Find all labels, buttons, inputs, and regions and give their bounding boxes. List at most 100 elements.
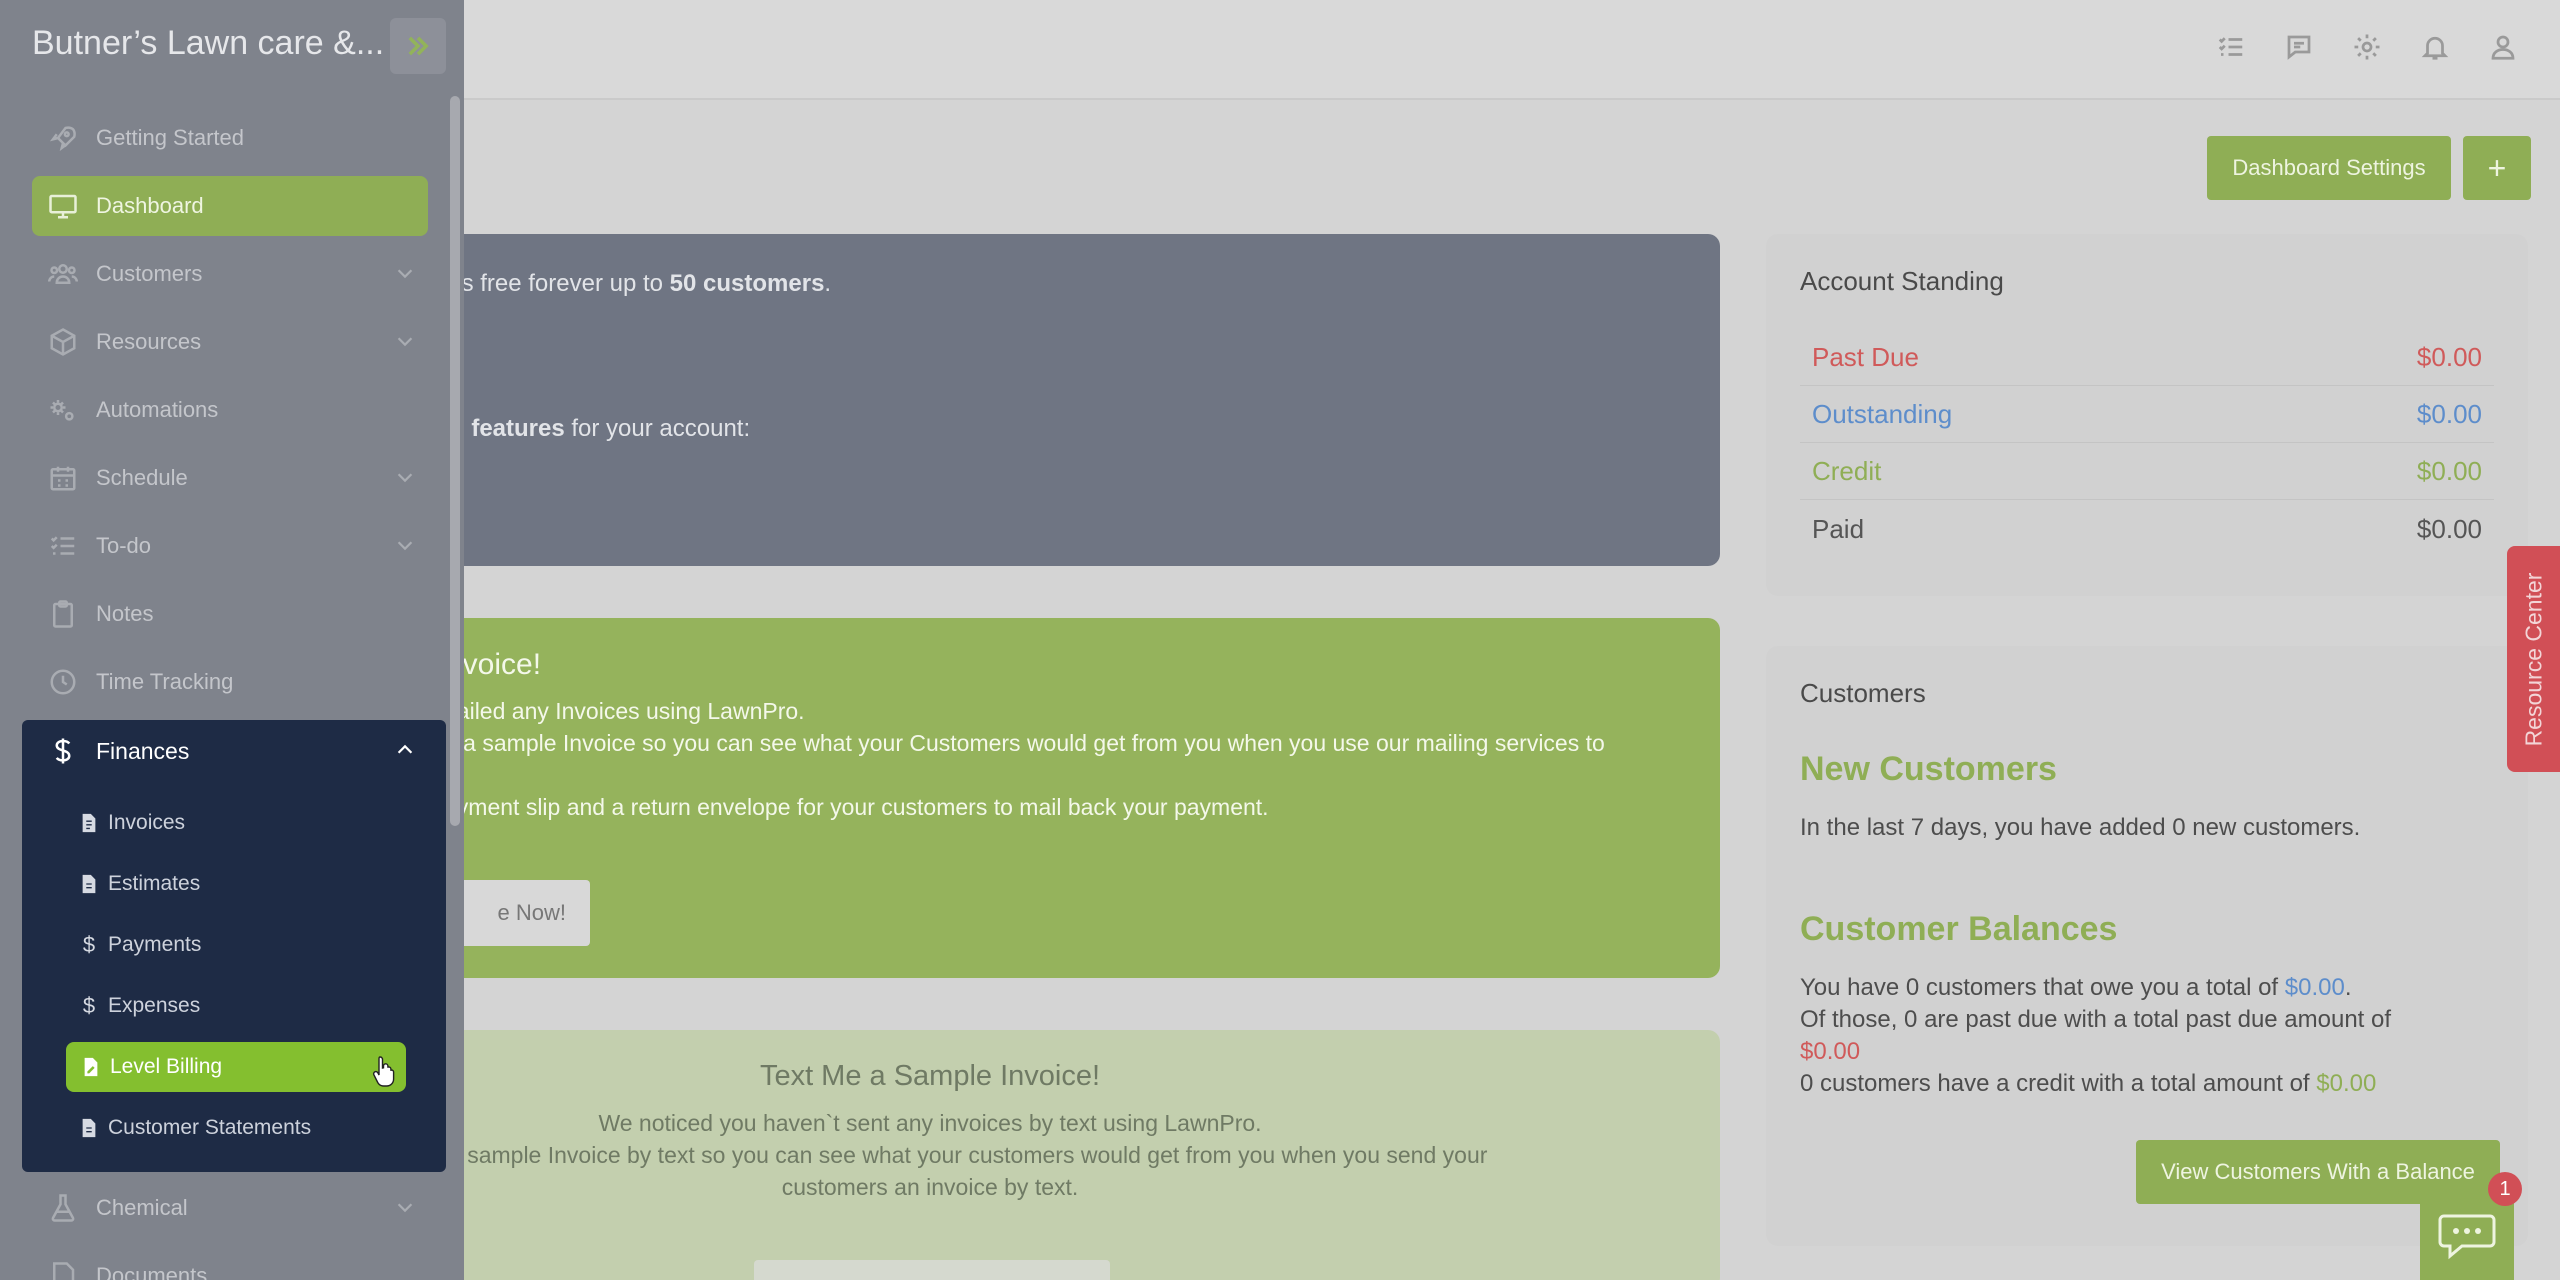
new-customers-text: In the last 7 days, you have added 0 new… <box>1800 814 2361 841</box>
sidebar-item-documents[interactable]: Documents <box>0 1246 444 1280</box>
customer-balances-heading: Customer Balances <box>1800 910 2118 948</box>
sidebar-subitem-payments[interactable]: $ Payments <box>78 922 202 968</box>
clipboard-icon <box>46 597 80 631</box>
welcome-line-1: t’s free forever up to 50 customers. <box>450 270 831 298</box>
standing-row-outstanding: Outstanding $0.00 <box>1800 387 2494 443</box>
welcome-bold: n features <box>450 415 565 442</box>
sidebar-subitem-expenses[interactable]: $ Expenses <box>78 983 200 1029</box>
new-customers-heading: New Customers <box>1800 750 2057 788</box>
tasks-icon[interactable] <box>2214 30 2248 64</box>
users-icon <box>46 257 80 291</box>
sidebar-item-notes[interactable]: Notes <box>0 584 444 644</box>
standing-row-paid: Paid $0.00 <box>1800 501 2494 557</box>
sidebar-item-label: Customers <box>96 261 203 286</box>
sidebar-subitem-label: Invoices <box>108 811 186 834</box>
sidebar-subitem-level-billing[interactable]: Level Billing <box>80 1044 222 1090</box>
welcome-text: t’s free forever up to <box>450 270 670 297</box>
chevron-down-icon <box>394 534 418 558</box>
bell-icon[interactable] <box>2418 30 2452 64</box>
sidebar-item-label: Finances <box>96 737 190 764</box>
dollar-icon: $ <box>82 932 96 957</box>
credit-amount: $0.00 <box>2316 1070 2377 1097</box>
welcome-text: . <box>824 270 832 297</box>
gear-icon[interactable] <box>2350 30 2384 64</box>
sidebar-item-label: Notes <box>96 601 154 626</box>
welcome-bold: 50 customers <box>669 270 825 297</box>
balance-text: 0 customers have a credit with a total a… <box>1800 1070 2317 1097</box>
sidebar-item-automations[interactable]: Automations <box>0 380 444 440</box>
customers-card: Customers New Customers In the last 7 da… <box>1766 646 2528 1246</box>
balance-text: You have 0 customers that owe you a tota… <box>1800 974 2285 1001</box>
sidebar-item-to-do[interactable]: To-do <box>0 516 444 576</box>
row-value: $0.00 <box>2416 342 2482 372</box>
sidebar-item-customers[interactable]: Customers <box>0 244 444 304</box>
sidebar-subitem-label: Estimates <box>108 872 201 895</box>
double-chevron-right-icon <box>408 36 429 56</box>
row-label: Paid <box>1812 513 1865 544</box>
past-due-amount: $0.00 <box>1800 1038 1861 1065</box>
file-icon <box>78 1117 100 1139</box>
sidebar-subitem-label: Level Billing <box>110 1055 223 1078</box>
chevron-down-icon <box>394 1196 418 1220</box>
sidebar-subitem-estimates[interactable]: Estimates <box>78 861 200 907</box>
sidebar-item-label: Time Tracking <box>96 669 234 694</box>
dollar-icon: $ <box>82 993 96 1018</box>
sidebar-subitem-label: Payments <box>108 933 202 956</box>
sidebar-subitem-invoices[interactable]: Invoices <box>78 800 185 846</box>
chevron-up-icon <box>394 739 418 763</box>
sidebar-item-label: Resources <box>96 329 202 354</box>
sidebar-item-label: Documents <box>96 1263 208 1280</box>
welcome-text: for your account: <box>564 415 751 442</box>
monitor-icon <box>46 189 80 223</box>
list-check-icon <box>46 529 80 563</box>
resource-center-tab[interactable]: Resource Center <box>2507 546 2560 772</box>
header-icons <box>2214 30 2520 64</box>
sidebar-item-label: Chemical <box>96 1195 188 1220</box>
account-standing-title: Account Standing <box>1800 266 2004 296</box>
add-widget-button[interactable]: + <box>2463 136 2531 200</box>
invoice-icon <box>78 812 100 834</box>
balances-line-3: 0 customers have a credit with a total a… <box>1800 1070 2376 1098</box>
sidebar-item-resources[interactable]: Resources <box>0 312 444 372</box>
dashboard-settings-button[interactable]: Dashboard Settings <box>2207 136 2451 200</box>
hand-cursor-icon <box>372 1056 395 1087</box>
sidebar-item-dashboard[interactable]: Dashboard <box>0 176 444 236</box>
file-icon <box>78 873 100 895</box>
sidebar: Butner’s Lawn care &... Getting Started … <box>0 0 464 1280</box>
sidebar-item-time-tracking[interactable]: Time Tracking <box>0 652 444 712</box>
mail-card-text: nailed any Invoices using LawnPro. <box>444 698 805 724</box>
sidebar-item-getting-started[interactable]: Getting Started <box>0 108 444 168</box>
calendar-icon <box>46 461 80 495</box>
sidebar-item-finances[interactable]: Finances <box>0 720 444 782</box>
customers-title: Customers <box>1800 678 1926 708</box>
balance-text: . <box>2344 974 2352 1001</box>
chevron-down-icon <box>394 262 418 286</box>
collapse-sidebar-button[interactable] <box>390 18 446 74</box>
mail-card-text: ayment slip and a return envelope for yo… <box>444 794 1269 820</box>
text-me-button[interactable] <box>754 1260 1110 1280</box>
balances-line-2: Of those, 0 are past due with a total pa… <box>1800 1006 2392 1033</box>
row-value: $0.00 <box>2416 399 2482 429</box>
chevron-down-icon <box>394 330 418 354</box>
file-icon <box>46 1259 80 1280</box>
sidebar-item-label: Dashboard <box>96 193 204 218</box>
box-icon <box>46 325 80 359</box>
sidebar-item-chemical[interactable]: Chemical <box>0 1178 444 1238</box>
sidebar-subitem-customer-statements[interactable]: Customer Statements <box>78 1105 311 1151</box>
user-icon[interactable] <box>2486 30 2520 64</box>
message-icon[interactable] <box>2282 30 2316 64</box>
sidebar-item-label: Schedule <box>96 465 188 490</box>
standing-row-past-due: Past Due $0.00 <box>1800 330 2494 386</box>
sidebar-scrollbar[interactable] <box>450 96 460 826</box>
clock-icon <box>46 665 80 699</box>
sidebar-item-schedule[interactable]: Schedule <box>0 448 444 508</box>
sidebar-subitem-label: Expenses <box>108 994 201 1017</box>
dollar-icon <box>46 734 80 768</box>
resource-center-label: Resource Center <box>2520 572 2547 746</box>
edit-file-icon <box>80 1056 102 1078</box>
row-label: Past Due <box>1812 342 1919 372</box>
welcome-line-2: n features for your account: <box>450 415 750 443</box>
row-label: Credit <box>1812 456 1882 486</box>
balances-line-1: You have 0 customers that owe you a tota… <box>1800 974 2351 1002</box>
standing-row-credit: Credit $0.00 <box>1800 444 2494 500</box>
